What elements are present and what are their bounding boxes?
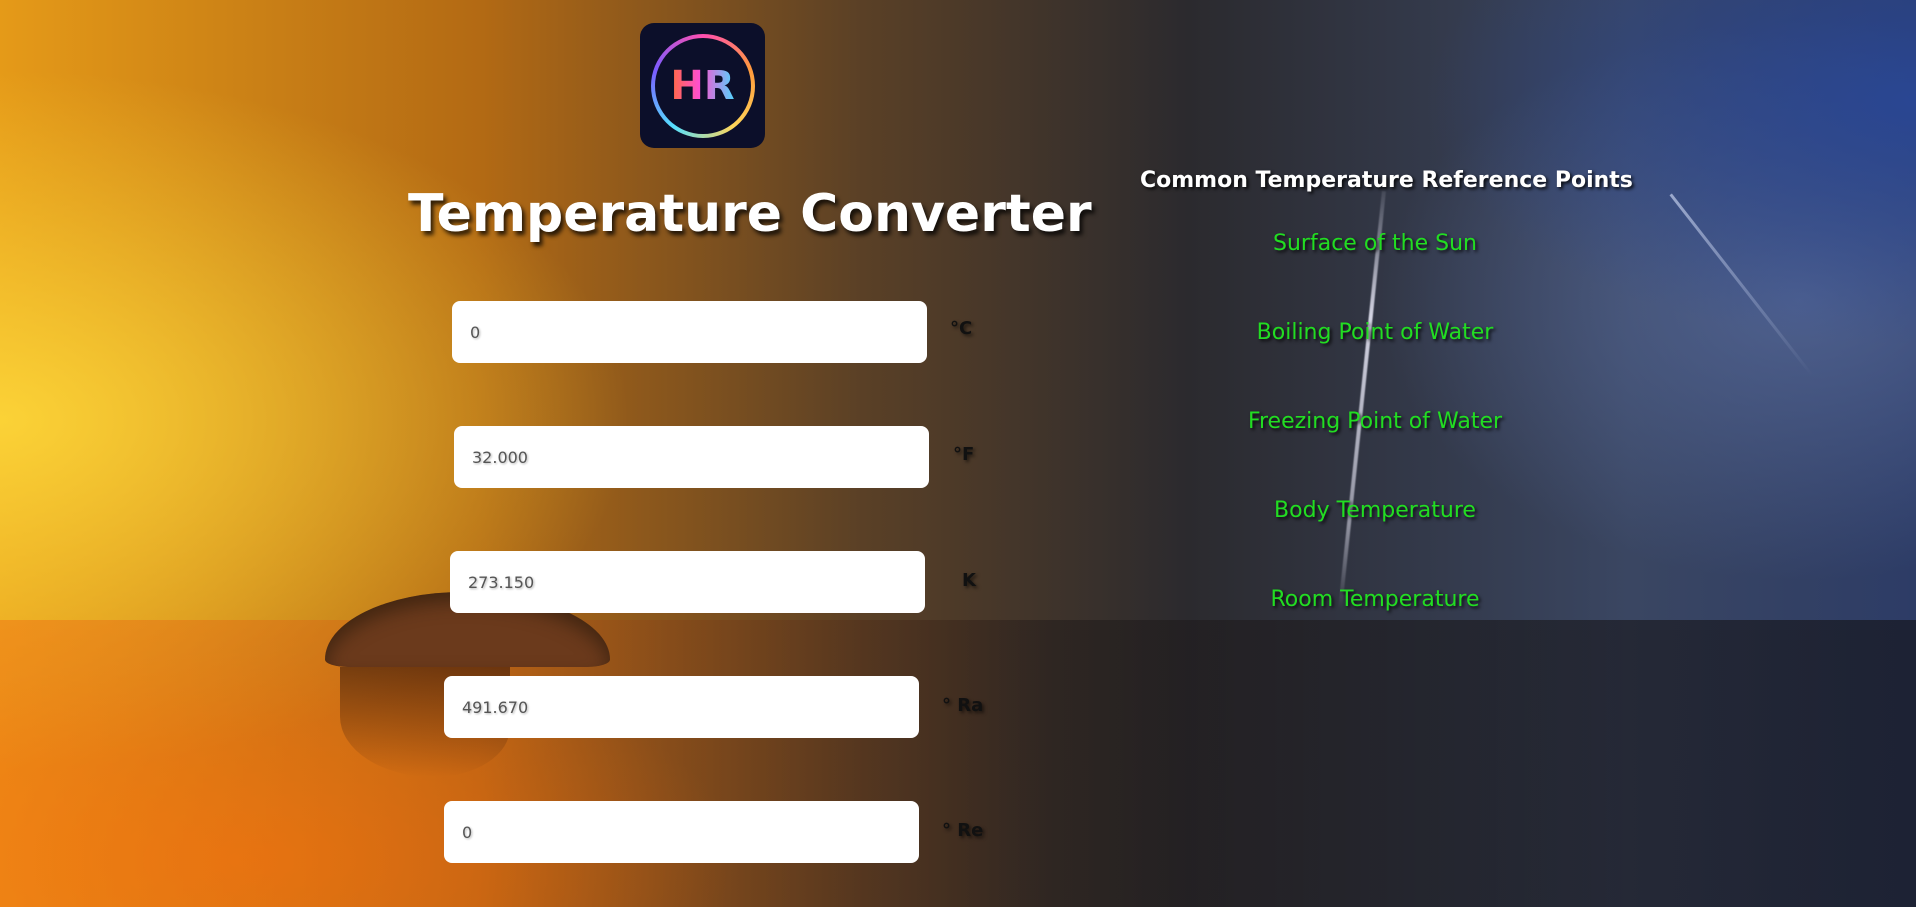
- reaumur-input[interactable]: [444, 801, 919, 863]
- hr-logo: HR: [640, 23, 765, 148]
- lightning-bolt-secondary: [1669, 193, 1814, 377]
- logo-ring: HR: [651, 34, 755, 138]
- reaumur-unit-label: ° Re: [942, 820, 984, 841]
- reference-link-freezing-point[interactable]: Freezing Point of Water: [1175, 409, 1575, 434]
- rankine-input[interactable]: [444, 676, 919, 738]
- rankine-unit-label: ° Ra: [942, 695, 984, 716]
- celsius-input[interactable]: [452, 301, 927, 363]
- reference-link-surface-of-sun[interactable]: Surface of the Sun: [1175, 231, 1575, 256]
- reference-points-heading: Common Temperature Reference Points: [1140, 168, 1633, 193]
- reference-link-body-temperature[interactable]: Body Temperature: [1175, 498, 1575, 523]
- fahrenheit-unit-label: °F: [953, 444, 975, 465]
- reference-link-room-temperature[interactable]: Room Temperature: [1175, 587, 1575, 612]
- celsius-unit-label: °C: [950, 318, 973, 339]
- reference-link-boiling-point[interactable]: Boiling Point of Water: [1175, 320, 1575, 345]
- kelvin-unit-label: K: [962, 570, 976, 591]
- background-sea: [0, 620, 1916, 907]
- logo-text: HR: [670, 62, 735, 109]
- page-title: Temperature Converter: [408, 184, 1092, 244]
- fahrenheit-input[interactable]: [454, 426, 929, 488]
- kelvin-input[interactable]: [450, 551, 925, 613]
